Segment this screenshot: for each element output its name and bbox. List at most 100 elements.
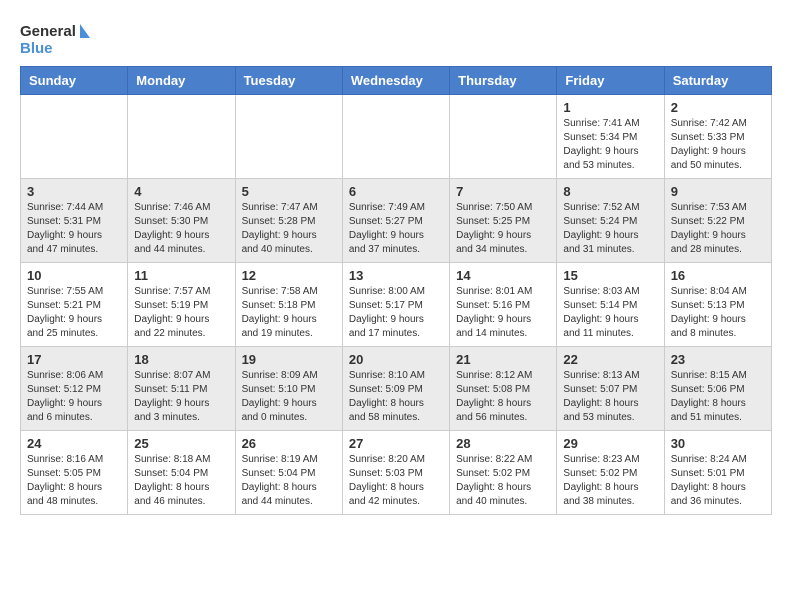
day-number: 19 xyxy=(242,352,336,367)
day-cell xyxy=(450,95,557,179)
day-number: 25 xyxy=(134,436,228,451)
day-cell xyxy=(342,95,449,179)
day-number: 24 xyxy=(27,436,121,451)
day-number: 7 xyxy=(456,184,550,199)
weekday-header-tuesday: Tuesday xyxy=(235,67,342,95)
day-number: 9 xyxy=(671,184,765,199)
page: General Blue SundayMondayTuesdayWednesda… xyxy=(0,0,792,525)
logo-icon: General Blue xyxy=(20,20,90,58)
day-info: Sunrise: 8:04 AM Sunset: 5:13 PM Dayligh… xyxy=(671,285,765,341)
day-cell: 14Sunrise: 8:01 AM Sunset: 5:16 PM Dayli… xyxy=(450,263,557,347)
weekday-header-friday: Friday xyxy=(557,67,664,95)
day-number: 23 xyxy=(671,352,765,367)
day-info: Sunrise: 7:44 AM Sunset: 5:31 PM Dayligh… xyxy=(27,201,121,257)
day-cell: 22 Sunrise: 8:13 AM Sunset: 5:07 PM Dayli… xyxy=(557,347,664,431)
day-number: 3 xyxy=(27,184,121,199)
day-cell: 15Sunrise: 8:03 AM Sunset: 5:14 PM Dayli… xyxy=(557,263,664,347)
day-info: Sunrise: 8:09 AM Sunset: 5:10 PM Dayligh… xyxy=(242,369,336,425)
day-number: 1 xyxy=(563,100,657,115)
day-cell: 5 Sunrise: 7:47 AM Sunset: 5:28 PM Daylig… xyxy=(235,179,342,263)
day-number: 2 xyxy=(671,100,765,115)
day-number: 8 xyxy=(563,184,657,199)
day-number: 12 xyxy=(242,268,336,283)
day-cell: 25 Sunrise: 8:18 AM Sunset: 5:04 PM Dayli… xyxy=(128,431,235,515)
day-number: 13 xyxy=(349,268,443,283)
day-info: Sunrise: 8:16 AM Sunset: 5:05 PM Dayligh… xyxy=(27,453,121,509)
day-info: Sunrise: 8:24 AM Sunset: 5:01 PM Dayligh… xyxy=(671,453,765,509)
header: General Blue xyxy=(20,20,772,58)
day-info: Sunrise: 7:57 AM Sunset: 5:19 PM Dayligh… xyxy=(134,285,228,341)
svg-text:Blue: Blue xyxy=(20,40,53,57)
day-info: Sunrise: 7:53 AM Sunset: 5:22 PM Dayligh… xyxy=(671,201,765,257)
day-info: Sunrise: 7:41 AM Sunset: 5:34 PM Dayligh… xyxy=(563,117,657,173)
day-number: 4 xyxy=(134,184,228,199)
day-info: Sunrise: 8:20 AM Sunset: 5:03 PM Dayligh… xyxy=(349,453,443,509)
day-number: 30 xyxy=(671,436,765,451)
day-cell: 26 Sunrise: 8:19 AM Sunset: 5:04 PM Dayli… xyxy=(235,431,342,515)
day-cell: 29 Sunrise: 8:23 AM Sunset: 5:02 PM Dayli… xyxy=(557,431,664,515)
day-number: 5 xyxy=(242,184,336,199)
day-cell: 13Sunrise: 8:00 AM Sunset: 5:17 PM Dayli… xyxy=(342,263,449,347)
day-info: Sunrise: 7:47 AM Sunset: 5:28 PM Dayligh… xyxy=(242,201,336,257)
day-number: 18 xyxy=(134,352,228,367)
day-info: Sunrise: 8:03 AM Sunset: 5:14 PM Dayligh… xyxy=(563,285,657,341)
day-cell: 27 Sunrise: 8:20 AM Sunset: 5:03 PM Dayli… xyxy=(342,431,449,515)
day-cell xyxy=(128,95,235,179)
day-cell: 12 Sunrise: 7:58 AM Sunset: 5:18 PM Dayli… xyxy=(235,263,342,347)
week-row-3: 10 Sunrise: 7:55 AM Sunset: 5:21 PM Dayli… xyxy=(21,263,772,347)
weekday-header-row: SundayMondayTuesdayWednesdayThursdayFrid… xyxy=(21,67,772,95)
day-info: Sunrise: 7:46 AM Sunset: 5:30 PM Dayligh… xyxy=(134,201,228,257)
day-cell: 23 Sunrise: 8:15 AM Sunset: 5:06 PM Dayli… xyxy=(664,347,771,431)
day-info: Sunrise: 8:19 AM Sunset: 5:04 PM Dayligh… xyxy=(242,453,336,509)
day-cell: 11 Sunrise: 7:57 AM Sunset: 5:19 PM Dayli… xyxy=(128,263,235,347)
day-cell: 28Sunrise: 8:22 AM Sunset: 5:02 PM Dayli… xyxy=(450,431,557,515)
calendar: SundayMondayTuesdayWednesdayThursdayFrid… xyxy=(20,66,772,515)
day-cell: 10 Sunrise: 7:55 AM Sunset: 5:21 PM Dayli… xyxy=(21,263,128,347)
day-info: Sunrise: 7:58 AM Sunset: 5:18 PM Dayligh… xyxy=(242,285,336,341)
week-row-1: 1 Sunrise: 7:41 AM Sunset: 5:34 PM Daylig… xyxy=(21,95,772,179)
weekday-header-wednesday: Wednesday xyxy=(342,67,449,95)
day-info: Sunrise: 8:18 AM Sunset: 5:04 PM Dayligh… xyxy=(134,453,228,509)
week-row-4: 17Sunrise: 8:06 AM Sunset: 5:12 PM Dayli… xyxy=(21,347,772,431)
weekday-header-thursday: Thursday xyxy=(450,67,557,95)
week-row-2: 3 Sunrise: 7:44 AM Sunset: 5:31 PM Daylig… xyxy=(21,179,772,263)
day-info: Sunrise: 7:49 AM Sunset: 5:27 PM Dayligh… xyxy=(349,201,443,257)
day-cell: 21 Sunrise: 8:12 AM Sunset: 5:08 PM Dayli… xyxy=(450,347,557,431)
day-number: 6 xyxy=(349,184,443,199)
day-info: Sunrise: 8:23 AM Sunset: 5:02 PM Dayligh… xyxy=(563,453,657,509)
day-cell: 30 Sunrise: 8:24 AM Sunset: 5:01 PM Dayli… xyxy=(664,431,771,515)
svg-text:General: General xyxy=(20,23,76,40)
day-cell xyxy=(21,95,128,179)
day-cell: 2Sunrise: 7:42 AM Sunset: 5:33 PM Daylig… xyxy=(664,95,771,179)
day-cell: 19 Sunrise: 8:09 AM Sunset: 5:10 PM Dayli… xyxy=(235,347,342,431)
day-cell: 4 Sunrise: 7:46 AM Sunset: 5:30 PM Daylig… xyxy=(128,179,235,263)
day-number: 20 xyxy=(349,352,443,367)
day-info: Sunrise: 8:10 AM Sunset: 5:09 PM Dayligh… xyxy=(349,369,443,425)
day-cell: 8Sunrise: 7:52 AM Sunset: 5:24 PM Daylig… xyxy=(557,179,664,263)
day-info: Sunrise: 8:01 AM Sunset: 5:16 PM Dayligh… xyxy=(456,285,550,341)
day-number: 22 xyxy=(563,352,657,367)
day-number: 29 xyxy=(563,436,657,451)
day-number: 11 xyxy=(134,268,228,283)
day-cell: 7Sunrise: 7:50 AM Sunset: 5:25 PM Daylig… xyxy=(450,179,557,263)
weekday-header-sunday: Sunday xyxy=(21,67,128,95)
day-cell: 6 Sunrise: 7:49 AM Sunset: 5:27 PM Daylig… xyxy=(342,179,449,263)
day-number: 10 xyxy=(27,268,121,283)
weekday-header-monday: Monday xyxy=(128,67,235,95)
day-cell: 18Sunrise: 8:07 AM Sunset: 5:11 PM Dayli… xyxy=(128,347,235,431)
day-info: Sunrise: 7:55 AM Sunset: 5:21 PM Dayligh… xyxy=(27,285,121,341)
day-info: Sunrise: 8:12 AM Sunset: 5:08 PM Dayligh… xyxy=(456,369,550,425)
week-row-5: 24 Sunrise: 8:16 AM Sunset: 5:05 PM Dayli… xyxy=(21,431,772,515)
day-number: 16 xyxy=(671,268,765,283)
day-number: 27 xyxy=(349,436,443,451)
day-number: 17 xyxy=(27,352,121,367)
day-number: 28 xyxy=(456,436,550,451)
day-info: Sunrise: 8:15 AM Sunset: 5:06 PM Dayligh… xyxy=(671,369,765,425)
day-cell: 20 Sunrise: 8:10 AM Sunset: 5:09 PM Dayli… xyxy=(342,347,449,431)
day-cell xyxy=(235,95,342,179)
day-cell: 1 Sunrise: 7:41 AM Sunset: 5:34 PM Daylig… xyxy=(557,95,664,179)
day-number: 26 xyxy=(242,436,336,451)
day-cell: 24 Sunrise: 8:16 AM Sunset: 5:05 PM Dayli… xyxy=(21,431,128,515)
day-info: Sunrise: 8:13 AM Sunset: 5:07 PM Dayligh… xyxy=(563,369,657,425)
day-number: 21 xyxy=(456,352,550,367)
